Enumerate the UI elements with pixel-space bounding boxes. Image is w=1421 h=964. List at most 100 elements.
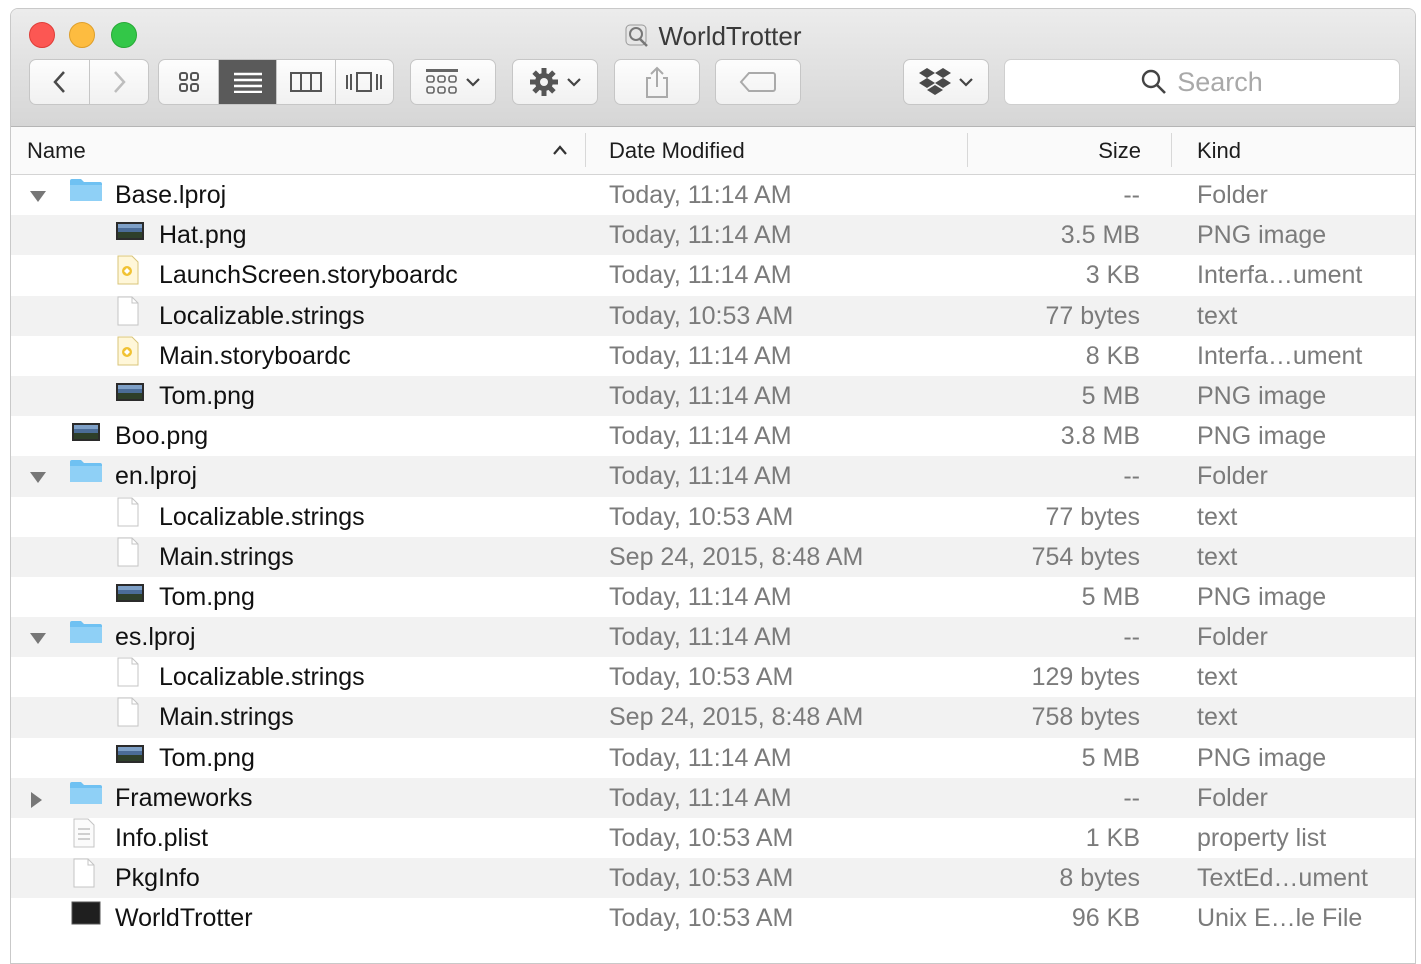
file-name[interactable]: Info.plist <box>115 818 208 858</box>
action-button[interactable] <box>512 59 598 105</box>
disclosure-triangle-down-icon[interactable] <box>29 630 47 650</box>
folder-proxy-icon[interactable] <box>624 22 650 55</box>
column-header-size[interactable]: Size <box>1098 127 1141 174</box>
file-name[interactable]: Hat.png <box>159 215 247 255</box>
file-row[interactable]: Boo.png Today, 11:14 AM 3.8 MB PNG image <box>11 416 1415 456</box>
file-name[interactable]: LaunchScreen.storyboardc <box>159 255 458 295</box>
file-row[interactable]: Hat.png Today, 11:14 AM 3.5 MB PNG image <box>11 215 1415 256</box>
column-header: Name Date Modified Size Kind <box>11 127 1415 175</box>
file-date-modified: Today, 11:14 AM <box>609 743 792 772</box>
folder-icon <box>69 456 103 496</box>
file-name[interactable]: Frameworks <box>115 778 253 818</box>
file-kind: text <box>1197 301 1238 330</box>
file-name[interactable]: Tom.png <box>159 738 255 778</box>
forward-button[interactable] <box>90 60 148 104</box>
file-date-modified: Sep 24, 2015, 8:48 AM <box>609 542 864 571</box>
file-name[interactable]: WorldTrotter <box>115 898 253 938</box>
file-kind: text <box>1197 502 1238 531</box>
file-size: 3 KB <box>1085 261 1140 290</box>
file-size: 3.5 MB <box>1060 221 1140 250</box>
file-kind: text <box>1197 703 1238 732</box>
share-button[interactable] <box>614 59 700 105</box>
file-row[interactable]: Localizable.strings Today, 10:53 AM 77 byt… <box>11 497 1415 537</box>
file-date-modified: Today, 11:14 AM <box>609 261 792 290</box>
file-row[interactable]: en.lproj Today, 11:14 AM -- Folder <box>11 456 1415 497</box>
file-date-modified: Today, 10:53 AM <box>609 502 794 531</box>
column-header-date[interactable]: Date Modified <box>609 127 745 174</box>
text-file-icon <box>115 537 141 579</box>
chevron-left-icon <box>53 71 65 93</box>
file-name[interactable]: es.lproj <box>115 617 196 657</box>
image-file-icon <box>115 215 145 255</box>
folder-icon <box>69 778 103 818</box>
column-header-kind[interactable]: Kind <box>1197 127 1241 174</box>
file-date-modified: Today, 10:53 AM <box>609 663 794 692</box>
text-file-icon <box>71 858 97 900</box>
file-row[interactable]: Tom.png Today, 11:14 AM 5 MB PNG image <box>11 375 1415 417</box>
image-file-icon <box>115 738 145 778</box>
grid-icon <box>178 72 199 92</box>
file-row[interactable]: Info.plist Today, 10:53 AM 1 KB property li… <box>11 818 1415 858</box>
file-row[interactable]: WorldTrotter Today, 10:53 AM 96 KB Unix E…l… <box>11 898 1415 938</box>
file-name[interactable]: Boo.png <box>115 416 208 456</box>
file-row[interactable]: es.lproj Today, 11:14 AM -- Folder <box>11 617 1415 658</box>
file-name[interactable]: Tom.png <box>159 577 255 617</box>
file-size: 96 KB <box>1071 904 1140 933</box>
back-button[interactable] <box>30 60 91 104</box>
text-file-icon <box>115 657 141 699</box>
file-size: 8 bytes <box>1059 864 1140 893</box>
file-size: 1 KB <box>1085 824 1140 852</box>
file-row[interactable]: PkgInfo Today, 10:53 AM 8 bytes TextEd…umen… <box>11 858 1415 900</box>
disclosure-triangle-down-icon[interactable] <box>29 469 47 489</box>
file-size: 77 bytes <box>1045 502 1140 531</box>
plist-file-icon <box>71 818 97 860</box>
file-name[interactable]: Localizable.strings <box>159 497 365 537</box>
file-date-modified: Sep 24, 2015, 8:48 AM <box>609 703 864 732</box>
file-date-modified: Today, 10:53 AM <box>609 904 794 933</box>
column-divider[interactable] <box>585 133 586 167</box>
dropbox-icon <box>919 68 951 95</box>
window-title-text: WorldTrotter <box>658 21 802 51</box>
column-view-button[interactable] <box>277 60 336 104</box>
arrange-button[interactable] <box>410 59 496 105</box>
image-file-icon <box>115 577 145 617</box>
disclosure-triangle-right-icon[interactable] <box>29 791 43 814</box>
search-field[interactable]: Search <box>1004 59 1400 105</box>
file-row[interactable]: Tom.png Today, 11:14 AM 5 MB PNG image <box>11 577 1415 617</box>
file-row[interactable]: Frameworks Today, 11:14 AM -- Folder <box>11 777 1415 818</box>
file-row[interactable]: Tom.png Today, 11:14 AM 5 MB PNG image <box>11 738 1415 778</box>
file-size: 5 MB <box>1081 743 1140 772</box>
file-name[interactable]: Localizable.strings <box>159 296 365 336</box>
column-divider[interactable] <box>1171 133 1172 167</box>
column-header-name[interactable]: Name <box>27 127 86 174</box>
file-name[interactable]: Main.strings <box>159 537 294 577</box>
file-name[interactable]: Main.storyboardc <box>159 336 351 376</box>
file-name[interactable]: Localizable.strings <box>159 657 365 697</box>
file-kind: Folder <box>1197 462 1268 491</box>
tags-button[interactable] <box>715 59 801 105</box>
file-row[interactable]: Base.lproj Today, 11:14 AM -- Folder <box>11 175 1415 215</box>
dropbox-button[interactable] <box>903 59 989 105</box>
file-name[interactable]: Base.lproj <box>115 175 226 215</box>
file-date-modified: Today, 10:53 AM <box>609 824 794 852</box>
cover-flow-icon <box>346 72 383 92</box>
file-row[interactable]: Localizable.strings Today, 10:53 AM 77 byt… <box>11 295 1415 336</box>
file-name[interactable]: PkgInfo <box>115 858 200 898</box>
file-name[interactable]: Tom.png <box>159 376 255 416</box>
file-name[interactable]: en.lproj <box>115 456 197 496</box>
file-row[interactable]: Localizable.strings Today, 10:53 AM 129 by… <box>11 657 1415 697</box>
file-date-modified: Today, 11:14 AM <box>609 341 792 370</box>
file-row[interactable]: LaunchScreen.storyboardc Today, 11:14 AM 3… <box>11 255 1415 295</box>
icon-view-button[interactable] <box>159 60 220 104</box>
cover-flow-button[interactable] <box>336 60 393 104</box>
file-row[interactable]: Main.strings Sep 24, 2015, 8:48 AM 758 byt… <box>11 697 1415 738</box>
tag-icon <box>739 72 776 92</box>
disclosure-triangle-down-icon[interactable] <box>29 188 47 208</box>
file-row[interactable]: Main.strings Sep 24, 2015, 8:48 AM 754 byt… <box>11 536 1415 579</box>
list-icon <box>233 72 262 93</box>
file-row[interactable]: Main.storyboardc Today, 11:14 AM 8 KB Inter… <box>11 336 1415 376</box>
column-divider[interactable] <box>967 133 968 167</box>
file-name[interactable]: Main.strings <box>159 697 294 737</box>
list-view-button[interactable] <box>219 60 278 104</box>
file-list: Base.lproj Today, 11:14 AM -- Folder Hat.png… <box>11 175 1415 939</box>
